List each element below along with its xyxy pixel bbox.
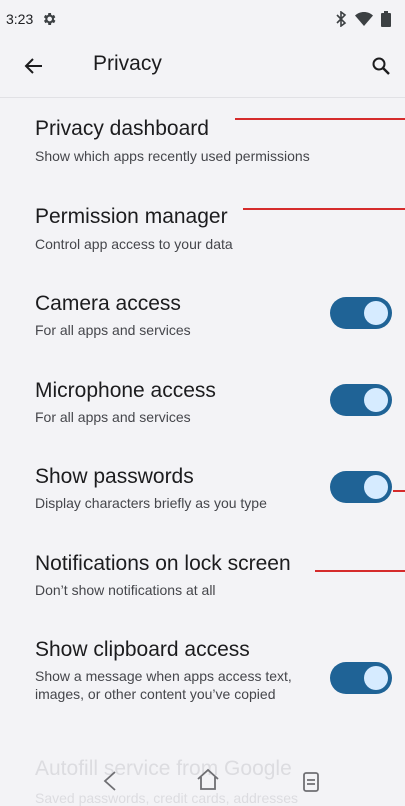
setting-autofill-title[interactable]: Autofill service from Google — [35, 757, 292, 781]
microphone-access-toggle[interactable] — [330, 384, 392, 416]
home-icon[interactable] — [193, 765, 223, 795]
setting-subtitle: Show which apps recently used permission… — [35, 148, 310, 164]
setting-subtitle: For all apps and services — [35, 322, 191, 338]
setting-title: Show passwords — [35, 465, 194, 488]
setting-subtitle: Control app access to your data — [35, 236, 233, 252]
show-clipboard-access-toggle[interactable] — [330, 662, 392, 694]
back-chevron-icon[interactable] — [95, 766, 125, 796]
setting-title: Microphone access — [35, 379, 216, 402]
app-bar-divider — [0, 97, 405, 98]
battery-icon — [381, 11, 391, 27]
setting-notifications-lock-screen[interactable]: Notifications on lock screen Don’t show … — [0, 546, 405, 608]
recents-icon[interactable] — [296, 767, 326, 797]
show-passwords-toggle[interactable] — [330, 471, 392, 503]
setting-subtitle: Show a message when apps access text, im… — [35, 668, 292, 702]
setting-subtitle: For all apps and services — [35, 409, 191, 425]
setting-subtitle: Display characters briefly as you type — [35, 495, 267, 511]
setting-title: Camera access — [35, 292, 181, 315]
status-time: 3:23 — [6, 11, 34, 27]
arrow-left-icon[interactable] — [22, 54, 46, 78]
search-icon[interactable] — [368, 53, 394, 79]
annotation-line — [243, 208, 405, 210]
setting-title: Notifications on lock screen — [35, 552, 291, 575]
app-bar: Privacy — [0, 38, 405, 94]
gear-icon — [41, 11, 57, 27]
annotation-line — [315, 570, 405, 572]
annotation-line — [235, 118, 405, 120]
camera-access-toggle[interactable] — [330, 297, 392, 329]
wifi-icon — [355, 11, 373, 27]
setting-title: Privacy dashboard — [35, 117, 209, 140]
toggle-knob — [364, 666, 388, 690]
toggle-knob — [364, 301, 388, 325]
setting-title: Permission manager — [35, 205, 228, 228]
setting-subtitle: Don’t show notifications at all — [35, 582, 216, 598]
page-title: Privacy — [93, 52, 162, 75]
setting-title: Show clipboard access — [35, 638, 250, 661]
toggle-knob — [364, 388, 388, 412]
setting-autofill-subtitle: Saved passwords, credit cards, addresses — [35, 790, 299, 806]
bluetooth-icon — [335, 11, 347, 27]
annotation-line — [393, 490, 405, 492]
status-bar: 3:23 — [0, 0, 405, 38]
toggle-knob — [364, 475, 388, 499]
